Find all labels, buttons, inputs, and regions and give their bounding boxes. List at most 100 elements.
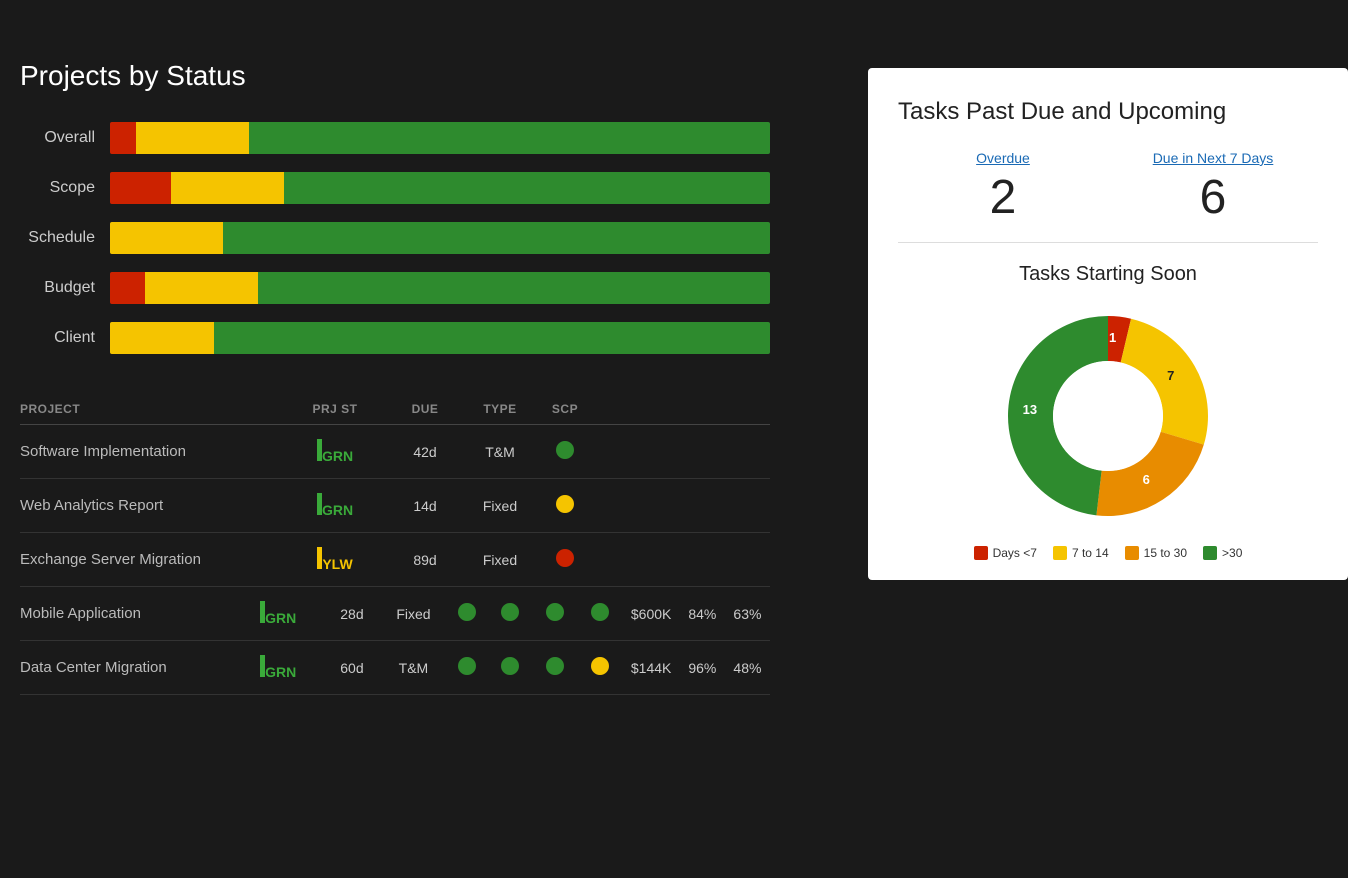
col-header-due: DUE xyxy=(390,402,460,416)
legend-item: 7 to 14 xyxy=(1053,546,1109,560)
extra-indicator xyxy=(501,657,519,675)
bar-label: Scope xyxy=(20,179,110,197)
due-days: 42d xyxy=(390,444,460,460)
bar-track xyxy=(110,172,770,204)
legend-swatch xyxy=(1125,546,1139,560)
donut-segment-label-15 to 30: 6 xyxy=(1143,472,1150,487)
extra-indicator xyxy=(591,657,609,675)
status-badge-text: YLW xyxy=(322,556,352,572)
legend-item: >30 xyxy=(1203,546,1242,560)
left-panel: Projects by Status Overall Scope Schedule B… xyxy=(0,60,790,695)
table-row: Web Analytics ReportGRN14dFixed xyxy=(20,479,770,533)
legend-label: >30 xyxy=(1222,546,1242,560)
bar-segment-yellow xyxy=(171,172,284,204)
overdue-stat: Overdue 2 xyxy=(898,150,1108,222)
bar-segment-yellow xyxy=(110,322,214,354)
due-next-stat: Due in Next 7 Days 6 xyxy=(1108,150,1318,222)
pct1: 84% xyxy=(680,606,725,622)
bar-row: Overall xyxy=(20,122,770,154)
extra-dot-0 xyxy=(487,657,532,678)
extra-dot-2 xyxy=(577,603,622,624)
extra-dot-0 xyxy=(487,603,532,624)
contract-type: Fixed xyxy=(460,552,540,568)
contract-type: Fixed xyxy=(381,606,447,622)
extra-indicator xyxy=(591,603,609,621)
legend-label: Days <7 xyxy=(993,546,1037,560)
bar-label: Client xyxy=(20,329,110,347)
scope-indicator xyxy=(446,657,487,678)
bar-label: Budget xyxy=(20,279,110,297)
project-status: GRN xyxy=(280,493,390,518)
extra-indicator xyxy=(546,657,564,675)
bar-segment-red xyxy=(110,122,136,154)
due-days: 14d xyxy=(390,498,460,514)
scope-indicator xyxy=(540,441,590,462)
table-row: Software ImplementationGRN42dT&M xyxy=(20,425,770,479)
due-days: 28d xyxy=(323,606,380,622)
bar-track xyxy=(110,122,770,154)
scope-dot xyxy=(458,603,476,621)
bar-segment-green xyxy=(249,122,770,154)
amount: $600K xyxy=(622,606,679,622)
col-header-scp: SCP xyxy=(540,402,590,416)
legend-item: 15 to 30 xyxy=(1125,546,1187,560)
project-status: GRN xyxy=(233,655,323,680)
pct1: 96% xyxy=(680,660,725,676)
contract-type: Fixed xyxy=(460,498,540,514)
bar-segment-green xyxy=(258,272,770,304)
bar-row: Budget xyxy=(20,272,770,304)
project-name: Web Analytics Report xyxy=(20,497,280,514)
bar-track xyxy=(110,322,770,354)
donut-segment-label-7 to 14: 7 xyxy=(1167,368,1174,383)
project-name: Data Center Migration xyxy=(20,659,233,676)
overdue-label[interactable]: Overdue xyxy=(898,150,1108,166)
extra-indicator xyxy=(546,603,564,621)
extra-dot-2 xyxy=(577,657,622,678)
scope-indicator xyxy=(446,603,487,624)
bar-segment-green xyxy=(223,222,770,254)
bar-segment-red xyxy=(110,272,145,304)
status-badge-text: GRN xyxy=(265,610,296,626)
divider xyxy=(898,242,1318,243)
bar-track xyxy=(110,272,770,304)
bar-segment-yellow xyxy=(110,222,223,254)
col-header-prjst: PRJ ST xyxy=(280,402,390,416)
scope-dot xyxy=(556,441,574,459)
right-panel: Tasks Past Due and Upcoming Overdue 2 Du… xyxy=(868,68,1348,580)
legend: Days <7 7 to 14 15 to 30 >30 xyxy=(898,546,1318,560)
legend-label: 15 to 30 xyxy=(1144,546,1187,560)
scope-indicator xyxy=(540,495,590,516)
table-header: PROJECT PRJ ST DUE TYPE SCP xyxy=(20,394,770,425)
due-days: 60d xyxy=(323,660,380,676)
extra-dot-1 xyxy=(532,657,577,678)
amount: $144K xyxy=(622,660,679,676)
extra-dot-1 xyxy=(532,603,577,624)
bar-segment-red xyxy=(110,172,171,204)
section-title: Projects by Status xyxy=(20,60,770,92)
status-badge-text: GRN xyxy=(265,664,296,680)
bar-row: Client xyxy=(20,322,770,354)
status-badge-text: GRN xyxy=(322,448,353,464)
table-rows: Software ImplementationGRN42dT&MWeb Anal… xyxy=(20,425,770,695)
pct2: 48% xyxy=(725,660,770,676)
project-status: GRN xyxy=(280,439,390,464)
legend-label: 7 to 14 xyxy=(1072,546,1109,560)
bar-segment-yellow xyxy=(145,272,258,304)
project-status: GRN xyxy=(233,601,323,626)
project-name: Mobile Application xyxy=(20,605,233,622)
bar-segment-yellow xyxy=(136,122,249,154)
scope-dot xyxy=(556,495,574,513)
bar-row: Schedule xyxy=(20,222,770,254)
contract-type: T&M xyxy=(381,660,447,676)
bar-label: Overall xyxy=(20,129,110,147)
bar-label: Schedule xyxy=(20,229,110,247)
project-name: Exchange Server Migration xyxy=(20,551,280,568)
table-row: Data Center Migration GRN 60dT&M $144K96%48… xyxy=(20,641,770,695)
pct2: 63% xyxy=(725,606,770,622)
col-header-type: TYPE xyxy=(460,402,540,416)
scope-dot xyxy=(458,657,476,675)
due-next-label[interactable]: Due in Next 7 Days xyxy=(1108,150,1318,166)
table-row: Exchange Server Migration YLW 89dFixed xyxy=(20,533,770,587)
due-days: 89d xyxy=(390,552,460,568)
stats-row: Overdue 2 Due in Next 7 Days 6 xyxy=(898,150,1318,222)
